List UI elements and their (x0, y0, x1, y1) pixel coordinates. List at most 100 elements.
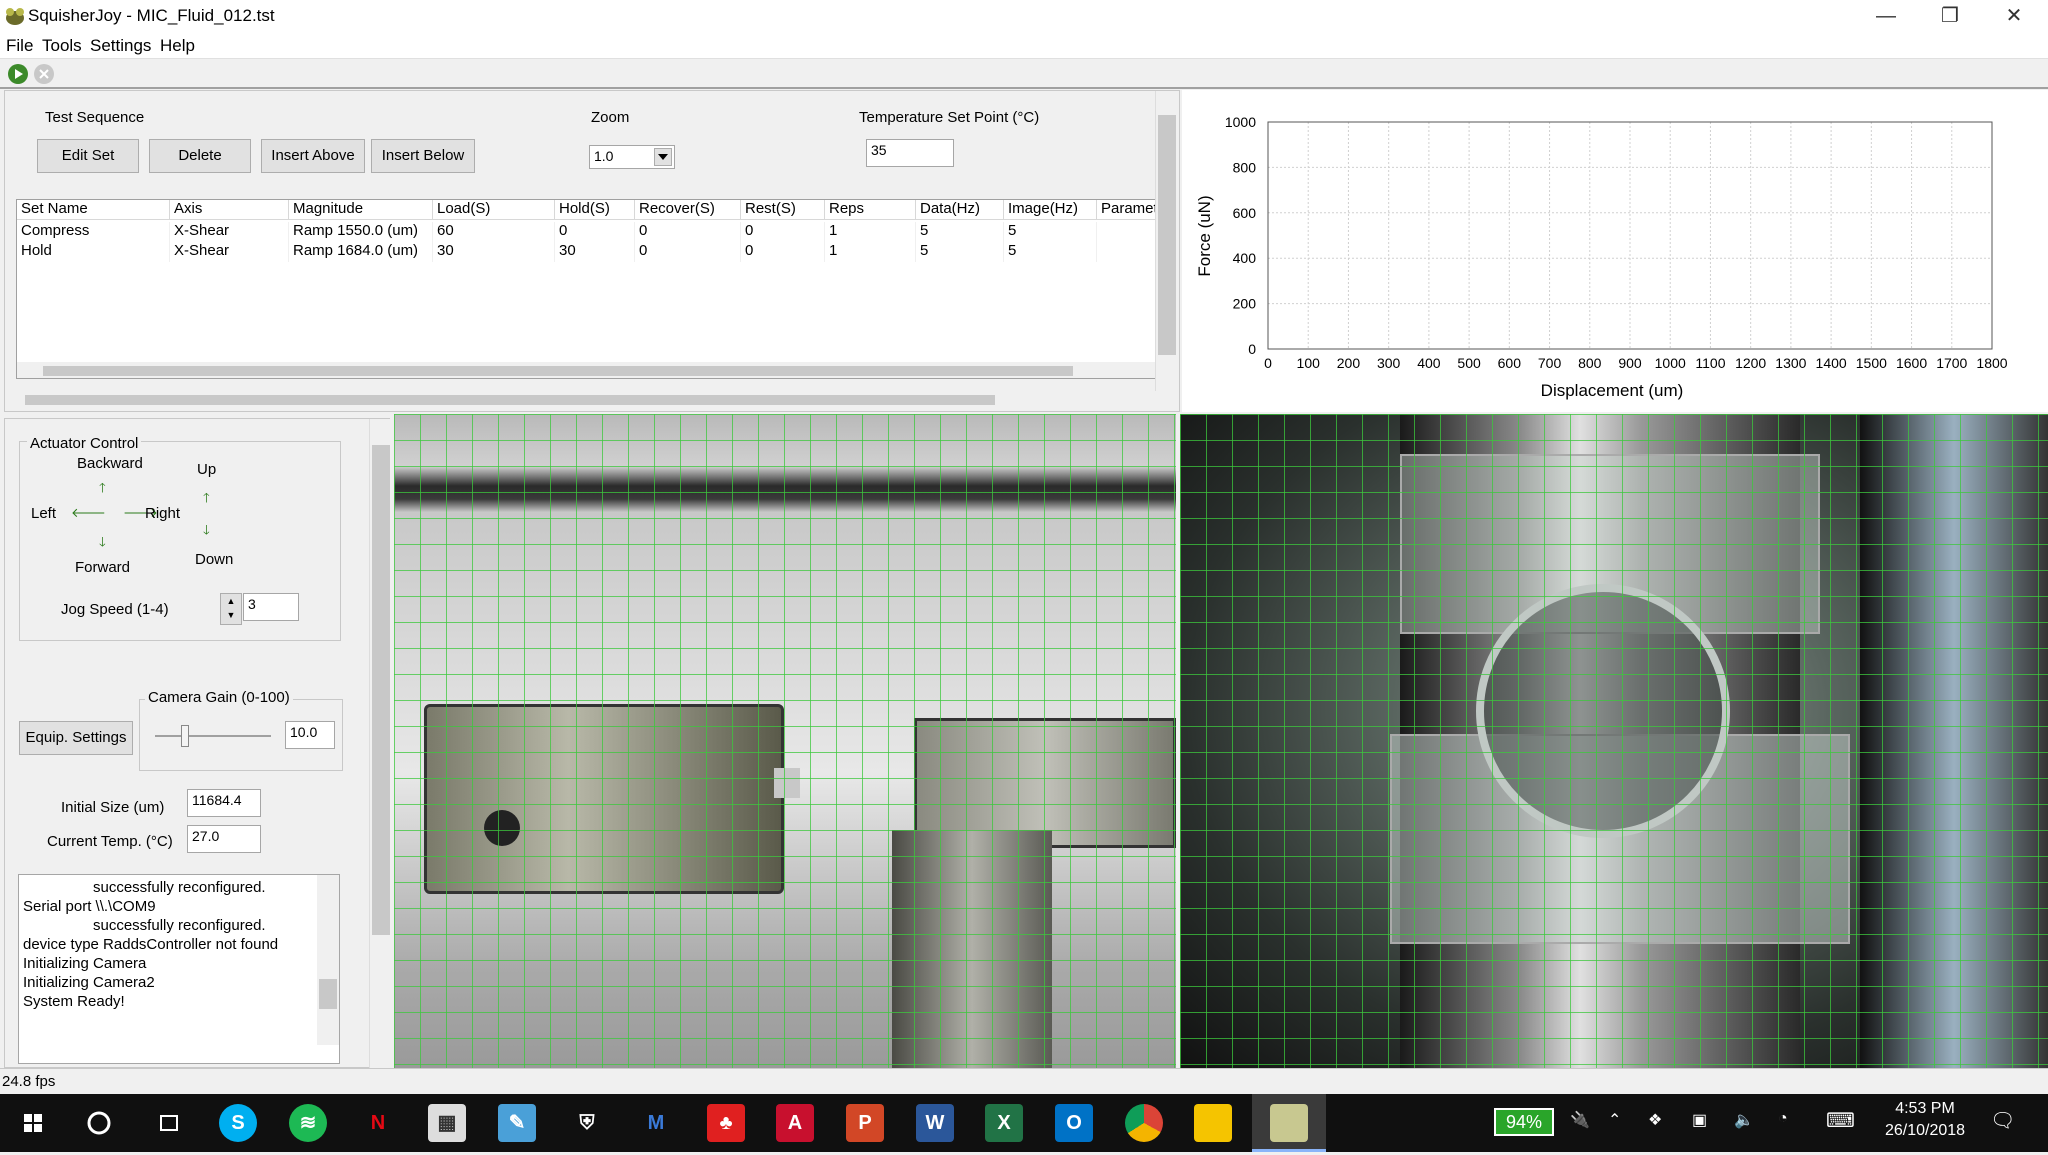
calculator-icon[interactable]: ▦ (428, 1104, 466, 1142)
equip-settings-button[interactable]: Equip. Settings (19, 721, 133, 755)
camera-view-2[interactable] (1180, 414, 2048, 1068)
backward-label: Backward (77, 455, 143, 472)
panel-horizontal-scrollbar[interactable] (5, 391, 1155, 409)
table-row[interactable]: Hold X-Shear Ramp 1684.0 (um) 30 30 0 0 … (17, 242, 1157, 262)
table-cell: 0 (555, 222, 635, 242)
column-header[interactable]: Rest(S) (741, 200, 825, 220)
chrome-icon[interactable] (1125, 1104, 1163, 1142)
camera-view-1[interactable] (394, 414, 1176, 1068)
powerpoint-icon[interactable]: P (846, 1104, 884, 1142)
x-tick-label: 400 (1417, 355, 1441, 371)
minimize-button[interactable]: — (1854, 0, 1918, 33)
word-icon[interactable]: W (916, 1104, 954, 1142)
edit-set-button[interactable]: Edit Set (37, 139, 139, 173)
scrollbar-thumb[interactable] (319, 979, 337, 1009)
column-header[interactable]: Paramet (1097, 200, 1157, 220)
excel-icon[interactable]: X (985, 1104, 1023, 1142)
defender-icon[interactable]: ⛨ (568, 1104, 606, 1142)
forward-arrow-icon[interactable]: 🡓 (99, 533, 106, 555)
column-header[interactable]: Hold(S) (555, 200, 635, 220)
grid-overlay (1180, 414, 2048, 1068)
left-arrow-icon[interactable]: 🡐 (71, 505, 106, 521)
left-label: Left (31, 505, 57, 522)
chevron-down-icon[interactable] (654, 148, 672, 166)
cortana-icon[interactable] (80, 1104, 118, 1142)
menu-help[interactable]: Help (160, 36, 195, 56)
network-adapter-icon[interactable]: ▣ (1692, 1110, 1707, 1130)
slider-thumb[interactable] (181, 725, 189, 747)
initial-size-input[interactable]: 11684.4 (187, 789, 261, 817)
log-line: System Ready! (23, 993, 125, 1010)
power-plug-icon[interactable]: 🔌 (1570, 1110, 1590, 1130)
notifications-icon[interactable]: 🗨 (1990, 1108, 2015, 1133)
x-tick-label: 200 (1337, 355, 1361, 371)
table-cell: 30 (555, 242, 635, 262)
squisherjoy-taskbar-button[interactable] (1252, 1094, 1326, 1152)
netflix-icon[interactable]: N (359, 1104, 397, 1142)
outlook-icon[interactable]: O (1055, 1104, 1093, 1142)
clock[interactable]: 4:53 PM 26/10/2018 (1880, 1100, 1970, 1140)
wifi-icon[interactable]: ◔ (1778, 1110, 1788, 1128)
camera-gain-slider[interactable] (155, 735, 271, 737)
acrobat-icon[interactable]: A (776, 1104, 814, 1142)
jog-speed-input[interactable]: 3 (243, 593, 299, 621)
column-header[interactable]: Reps (825, 200, 916, 220)
insert-above-button[interactable]: Insert Above (261, 139, 365, 173)
panel-vertical-scrollbar[interactable] (369, 419, 391, 1069)
volume-icon[interactable]: 🔈 (1734, 1110, 1754, 1130)
table-cell: 1 (825, 222, 916, 242)
y-tick-label: 0 (1248, 341, 1256, 357)
restore-button[interactable]: ❐ (1918, 0, 1982, 33)
chevron-up-icon[interactable]: ⌃ (1608, 1110, 1621, 1130)
file-explorer-icon[interactable] (1194, 1104, 1232, 1142)
scrollbar-thumb[interactable] (25, 395, 995, 405)
menu-tools[interactable]: Tools (42, 36, 82, 56)
camera-gain-input[interactable]: 10.0 (285, 721, 335, 749)
spotify-icon[interactable]: ≋ (289, 1104, 327, 1142)
backward-arrow-icon[interactable]: 🡑 (99, 479, 106, 501)
grid-overlay (394, 414, 1176, 1068)
scrollbar-thumb[interactable] (372, 445, 390, 935)
column-header[interactable]: Load(S) (433, 200, 555, 220)
windows-start-icon[interactable] (14, 1104, 52, 1142)
up-arrow-icon[interactable]: 🡑 (203, 489, 210, 511)
play-icon[interactable] (8, 64, 28, 84)
log-scrollbar[interactable] (317, 875, 339, 1045)
column-header[interactable]: Axis (170, 200, 289, 220)
dropbox-icon[interactable]: ❖ (1648, 1110, 1662, 1130)
x-tick-label: 1700 (1936, 355, 1967, 371)
stop-icon[interactable] (34, 64, 54, 84)
column-header[interactable]: Image(Hz) (1004, 200, 1097, 220)
jog-speed-spinner[interactable]: ▲ ▼ (220, 593, 242, 625)
task-view-icon[interactable] (150, 1104, 188, 1142)
down-arrow-icon[interactable]: 🡓 (203, 521, 210, 543)
column-header[interactable]: Magnitude (289, 200, 433, 220)
x-tick-label: 100 (1297, 355, 1321, 371)
keyboard-icon[interactable]: ⌨ (1826, 1108, 1855, 1133)
table-row[interactable]: Compress X-Shear Ramp 1550.0 (um) 60 0 0… (17, 222, 1157, 242)
delete-button[interactable]: Delete (149, 139, 251, 173)
malwarebytes-icon[interactable]: M (637, 1104, 675, 1142)
scrollbar-thumb[interactable] (1158, 115, 1176, 355)
menu-settings[interactable]: Settings (90, 36, 151, 56)
sequence-table[interactable]: Set Name Axis Magnitude Load(S) Hold(S) … (16, 199, 1158, 379)
insert-below-button[interactable]: Insert Below (371, 139, 475, 173)
current-temp-input[interactable]: 27.0 (187, 825, 261, 853)
column-header[interactable]: Recover(S) (635, 200, 741, 220)
table-horizontal-scrollbar[interactable] (17, 362, 1157, 378)
column-header[interactable]: Set Name (17, 200, 170, 220)
test-sequence-panel: Test Sequence Edit Set Delete Insert Abo… (4, 90, 1180, 412)
temperature-set-point-input[interactable]: 35 (866, 139, 954, 167)
paint-icon[interactable]: ✎ (498, 1104, 536, 1142)
panel-vertical-scrollbar[interactable] (1155, 91, 1177, 391)
skype-icon[interactable]: S (219, 1104, 257, 1142)
canada-app-icon[interactable]: ♣ (707, 1104, 745, 1142)
scrollbar-thumb[interactable] (43, 366, 1073, 376)
battery-indicator[interactable]: 94% (1494, 1108, 1554, 1136)
up-label: Up (197, 461, 217, 478)
close-button[interactable]: ✕ (1982, 0, 2046, 33)
menu-file[interactable]: File (6, 36, 33, 56)
log-console[interactable]: successfully reconfigured. Serial port \… (18, 874, 340, 1064)
zoom-select[interactable]: 1.0 (589, 145, 675, 169)
column-header[interactable]: Data(Hz) (916, 200, 1004, 220)
